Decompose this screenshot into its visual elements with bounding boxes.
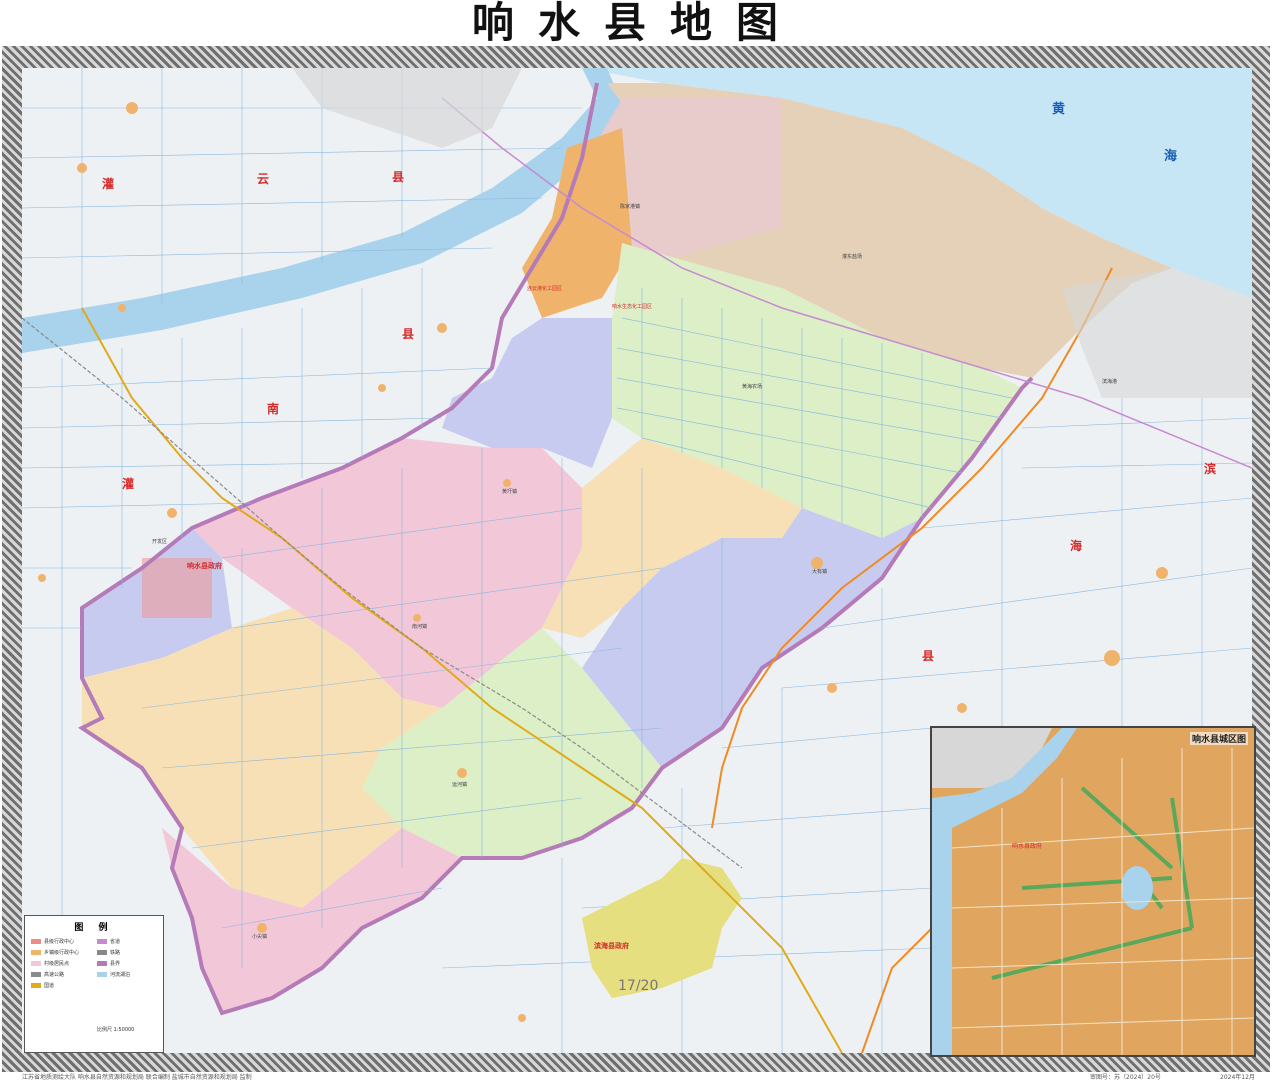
legend-scale: 比例尺 1:50000 [97,1027,135,1033]
legend-swatch [97,939,107,944]
legend-item: 河流湖泊 [97,971,130,978]
legend-item: 铁路 [97,949,120,956]
legend-item: 高速公路 [31,971,64,978]
region-label-binhai-3: 县 [922,649,934,663]
place-binhai-county[interactable]: 滨海县政府 [594,941,629,950]
map-legend: 图 例 县级行政中心 乡镇级行政中心 村级居民点 高速公路 国道 省道 铁路 县… [24,915,164,1053]
legend-swatch [31,972,41,977]
inset-svg: 响水县政府 [932,728,1254,1055]
legend-swatch [31,939,41,944]
place-shore-farm[interactable]: 灌东盐场 [842,253,862,260]
legend-title: 图 例 [74,923,114,933]
region-label-guanyun-3: 县 [392,170,404,184]
region-label-guannan-3: 县 [402,327,414,341]
inset-label: 响水县政府 [1012,842,1042,850]
region-label-guannan-2: 南 [267,401,279,416]
region-label-guanyun-2: 云 [257,172,269,186]
legend-swatch [97,972,107,977]
legend-label: 县界 [110,961,121,967]
inset-title: 响水县城区图 [1189,732,1248,745]
place-kaifaqu[interactable]: 开发区 [152,538,167,545]
legend-item: 国道 [31,982,54,989]
legend-label: 省道 [110,939,121,945]
region-label-binhai-1: 滨 [1204,461,1216,476]
map-footer: 江苏省地质测绘大队 响水县自然资源和规划局 联合编制 盐城市自然资源和规划局 监… [0,1072,1274,1081]
place-binhai-port[interactable]: 滨海港 [1102,378,1117,385]
page-indicator: 17/20 [618,978,659,994]
region-label-binhai-2: 海 [1070,538,1082,553]
place-xiangshui-county[interactable]: 响水县政府 [187,561,222,570]
legend-label: 铁路 [110,950,121,956]
region-label-guanyun-1: 灌 [101,176,114,191]
map-title: 响水县地图 [471,0,802,47]
place-dayou[interactable]: 大有镇 [812,568,827,575]
legend-label: 村级居民点 [44,961,70,967]
legend-item: 县界 [97,960,120,967]
legend-item: 县级行政中心 [31,938,74,945]
legend-label: 乡镇级行政中心 [44,950,80,956]
legend-swatch [31,983,41,988]
legend-swatch [31,950,41,955]
legend-swatch [31,961,41,966]
place-guannan-industrial[interactable]: 连云港化工园区 [527,285,562,292]
place-huanghai-farm[interactable]: 黄海农场 [742,383,762,390]
place-yunjiang[interactable]: 运河镇 [452,781,467,788]
legend-label: 河流湖泊 [110,972,131,978]
legend-swatch [97,950,107,955]
region-label-guannan-1: 灌 [121,476,134,491]
sea-label-2: 海 [1164,148,1177,164]
legend-label: 高速公路 [44,972,65,978]
legend-item: 省道 [97,938,120,945]
city-inset-map[interactable]: 响水县政府 响水县城区图 [930,726,1256,1057]
sea-label-1: 黄 [1052,101,1065,117]
place-chenjiagang[interactable]: 陈家港镇 [620,203,640,210]
place-yinhua[interactable]: 响水生态化工园区 [612,303,652,310]
place-xiaojian[interactable]: 小尖镇 [252,933,267,940]
place-nanhe[interactable]: 南河镇 [412,623,427,630]
place-huangwei[interactable]: 黄圩镇 [502,488,517,495]
inset-lake [1121,866,1153,910]
legend-item: 乡镇级行政中心 [31,949,79,956]
legend-label: 县级行政中心 [44,939,75,945]
legend-swatch [97,961,107,966]
legend-item: 村级居民点 [31,960,69,967]
legend-label: 国道 [44,983,55,989]
